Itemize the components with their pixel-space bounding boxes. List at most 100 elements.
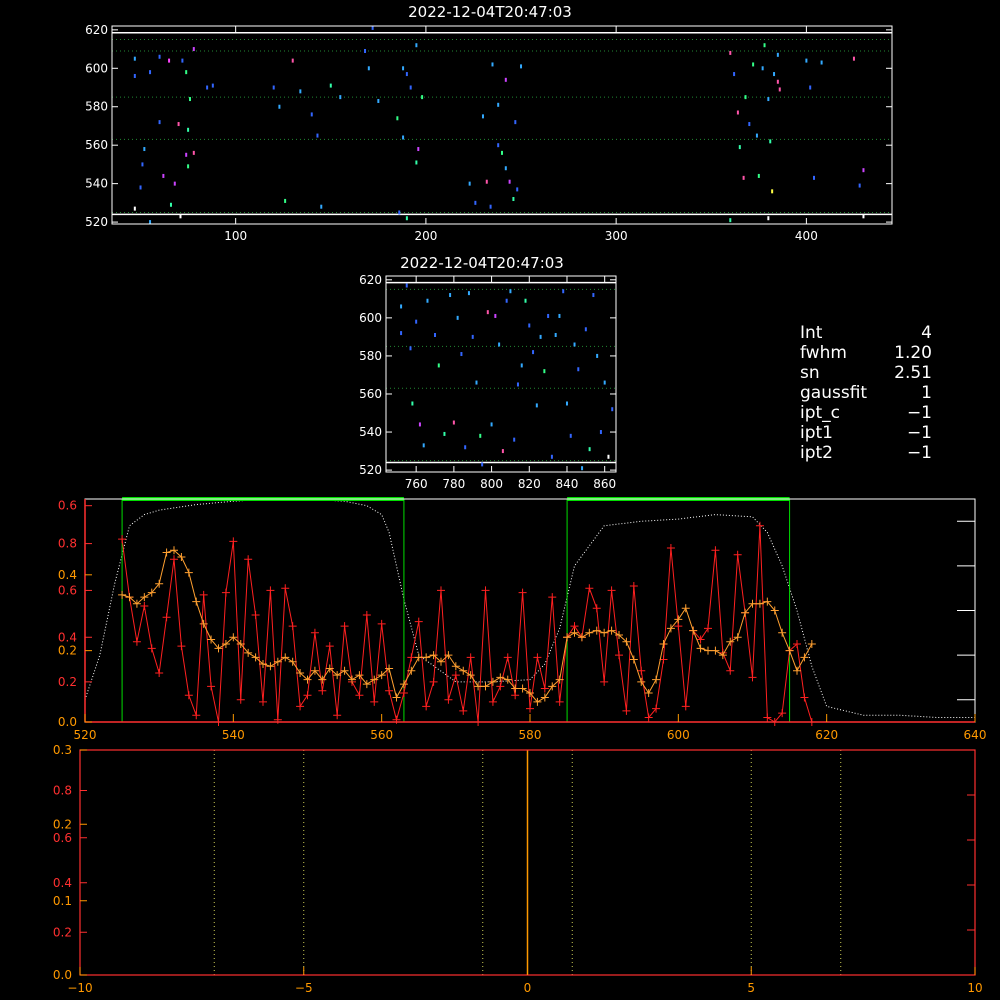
spectrogram-zoom-pixel [599, 430, 602, 435]
spectrogram-zoom-pixel [490, 422, 493, 427]
spectrogram-full-pixel [141, 162, 144, 167]
spectrogram-zoom-pixel [505, 298, 508, 303]
spectrogram-zoom-pixel [460, 352, 463, 357]
spectrogram-full-ytick-label: 540 [85, 177, 108, 191]
spectrogram-zoom-pixel [411, 401, 414, 406]
spectrogram-zoom-xtick-label: 760 [405, 477, 428, 491]
spectrogram-full-xtick-label: 300 [605, 229, 628, 243]
spectrogram-full-pixel [329, 83, 332, 88]
info-value: −1 [906, 403, 932, 423]
spectrogram-full-pixel [767, 97, 770, 102]
spectrogram-full-pixel [187, 127, 190, 132]
spectrogram-zoom-pixel [603, 380, 606, 385]
spectrogram-zoom-pixel [434, 332, 437, 337]
spectrogram-full-pixel [763, 43, 766, 48]
info-value: 4 [921, 323, 932, 343]
spectrogram-full-ytick-label: 520 [85, 215, 108, 229]
spectrogram-zoom-xtick-label: 860 [593, 477, 616, 491]
spectrogram-zoom-pixel [520, 363, 523, 368]
profile-ytick-label: 0.0 [58, 715, 77, 729]
spectrogram-zoom-pixel [456, 315, 459, 320]
spectrogram-full-pixel [181, 58, 184, 63]
spectrogram-full-pixel [497, 143, 500, 148]
spectrogram-zoom-pixel [539, 334, 542, 339]
profile-ytick-label: 0.6 [58, 499, 77, 513]
spectrogram-full-pixel [776, 52, 779, 57]
spectrogram-full-pixel [508, 179, 511, 184]
spectrogram-full-pixel [776, 79, 779, 84]
profile-xtick-label: 520 [74, 728, 97, 742]
spectrogram-full-pixel [189, 97, 191, 102]
spectrogram-full-pixel [809, 85, 812, 90]
spectrogram-zoom-pixel [464, 445, 467, 450]
spectrogram-full-pixel [316, 133, 319, 138]
spectrogram-zoom-pixel [554, 332, 557, 337]
lag-xtick-label: −5 [295, 981, 313, 995]
spectrogram-full-pixel [468, 181, 471, 186]
spectrogram-zoom-pixel [494, 313, 497, 318]
spectrogram-zoom-pixel [565, 401, 568, 406]
spectrogram-zoom-pixel [611, 407, 614, 412]
spectrogram-full-pixel [501, 150, 503, 155]
info-row-fwhm: fwhm 1.20 [800, 343, 932, 363]
info-value: −1 [906, 443, 932, 463]
spectrogram-full-pixel [805, 58, 808, 63]
spectrogram-full-pixel [310, 112, 313, 117]
spectrogram-zoom-ytick-label: 520 [359, 463, 382, 477]
spectrogram-full-pixel [402, 66, 405, 71]
figure: 2022-12-04T20:47:03 100 200 300 40052054056… [0, 0, 1000, 1000]
info-key: ipt_c [800, 403, 841, 423]
spectrogram-full-pixel [520, 64, 523, 69]
spectrogram-full-pixel [211, 83, 214, 88]
info-row-ipt2: ipt2 −1 [800, 443, 932, 463]
info-value: 1 [921, 383, 932, 403]
spectrogram-full-pixel [149, 220, 152, 225]
spectrogram-full-pixel [168, 58, 171, 63]
spectrogram-zoom-pixel [486, 310, 489, 315]
spectrogram-zoom-pixel [409, 346, 412, 351]
spectrogram-full-pixel [858, 183, 861, 188]
spectrogram-zoom-pixel [573, 342, 576, 347]
profile-ytick-label: 0.4 [58, 568, 77, 582]
spectrogram-zoom-pixel [528, 323, 531, 328]
profile-xtick-label: 580 [519, 728, 542, 742]
spectrogram-full-pixel [504, 166, 507, 171]
fit-info-panel: Int 4 fwhm 1.20 sn 2.51 gaussfit 1 ipt_c −1 i… [800, 323, 932, 463]
profile-ytick-label: 0.2 [58, 675, 77, 689]
lag-ytick-label: 0.4 [53, 876, 72, 890]
spectrogram-zoom-pixel [400, 331, 403, 336]
info-key: Int [800, 323, 823, 343]
lag-xtick-label: 10 [967, 981, 982, 995]
spectrogram-full-pixel [367, 66, 370, 71]
spectrogram-zoom-title: 2022-12-04T20:47:03 [400, 254, 564, 272]
profile-ytick-label: 0.6 [58, 583, 77, 597]
spectrogram-full-pixel [514, 120, 517, 125]
spectrogram-full-pixel [497, 102, 500, 107]
profile-ytick-label: 0.8 [58, 537, 77, 551]
spectrogram-full-pixel [284, 198, 287, 203]
spectrogram-full-pixel [291, 58, 294, 63]
spectrogram-full-pixel [139, 185, 142, 190]
info-key: fwhm [800, 343, 847, 363]
spectrogram-zoom-pixel [607, 454, 610, 459]
spectrogram-zoom-pixel [509, 289, 512, 294]
spectrogram-full-pixel [158, 54, 161, 59]
spectrogram-zoom-pixel [588, 447, 591, 452]
profile-xtick-label: 620 [815, 728, 838, 742]
spectrogram-zoom-pixel [558, 313, 561, 318]
spectrogram-zoom-pixel [418, 422, 421, 427]
spectrogram-zoom-pixel [467, 291, 470, 296]
spectrogram-zoom-pixel [569, 433, 572, 438]
spectrogram-full-pixel [192, 150, 195, 155]
profile-ytick-label: 0.2 [58, 644, 77, 658]
spectrogram-full-pixel [415, 43, 418, 48]
spectrogram-zoom-pixel [426, 298, 429, 303]
spectrogram-zoom-pixel [516, 382, 519, 387]
spectrogram-zoom-pixel [550, 454, 553, 459]
spectrogram-full-pixel [158, 120, 161, 125]
spectrogram-full-pixel [755, 133, 758, 138]
spectrogram-zoom-pixel [405, 283, 408, 288]
spectrogram-zoom-pixel [443, 431, 446, 436]
spectrogram-full-pixel [757, 173, 760, 178]
spectrogram-zoom-pixel [584, 327, 587, 332]
